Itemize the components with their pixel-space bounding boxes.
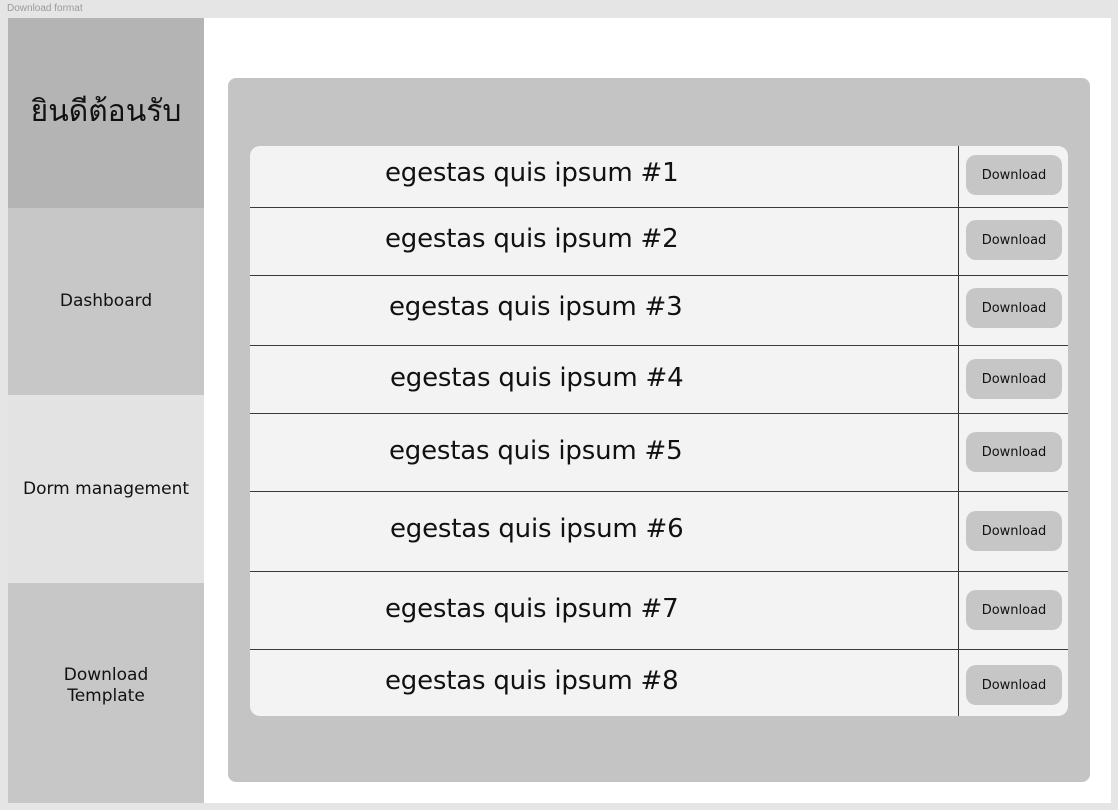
list-item-title: egestas quis ipsum #4: [390, 363, 684, 393]
row-divider: [250, 207, 1068, 208]
frame-label: Download format: [7, 3, 83, 14]
download-button[interactable]: Download: [966, 288, 1062, 328]
column-divider: [958, 146, 959, 716]
list-item-title: egestas quis ipsum #3: [389, 292, 683, 322]
row-divider: [250, 345, 1068, 346]
download-button[interactable]: Download: [966, 155, 1062, 195]
sidebar-item-dashboard[interactable]: Dashboard: [8, 208, 204, 395]
app-frame: ยินดีต้อนรับ Dashboard Dorm management D…: [8, 18, 1111, 803]
download-list: egestas quis ipsum #1 Download egestas q…: [250, 146, 1068, 716]
content-panel: egestas quis ipsum #1 Download egestas q…: [228, 78, 1090, 782]
sidebar: ยินดีต้อนรับ Dashboard Dorm management D…: [8, 18, 204, 803]
download-button[interactable]: Download: [966, 359, 1062, 399]
sidebar-item-label: Dorm management: [22, 478, 190, 499]
sidebar-item-dorm-management[interactable]: Dorm management: [8, 395, 204, 583]
list-item-title: egestas quis ipsum #8: [385, 666, 679, 696]
list-item-title: egestas quis ipsum #6: [390, 514, 684, 544]
sidebar-item-label: Dashboard: [59, 291, 153, 311]
download-button[interactable]: Download: [966, 665, 1062, 705]
row-divider: [250, 413, 1068, 414]
row-divider: [250, 491, 1068, 492]
row-divider: [250, 571, 1068, 572]
row-divider: [250, 649, 1068, 650]
welcome-text: ยินดีต้อนรับ: [30, 93, 182, 129]
row-divider: [250, 275, 1068, 276]
sidebar-item-label: Download Template: [63, 665, 149, 706]
list-item-title: egestas quis ipsum #5: [389, 436, 683, 466]
download-button[interactable]: Download: [966, 511, 1062, 551]
list-item-title: egestas quis ipsum #7: [385, 594, 679, 624]
list-item-title: egestas quis ipsum #1: [385, 158, 679, 188]
welcome-header: ยินดีต้อนรับ: [8, 18, 204, 208]
download-button[interactable]: Download: [966, 590, 1062, 630]
download-button[interactable]: Download: [966, 432, 1062, 472]
list-item-title: egestas quis ipsum #2: [385, 224, 679, 254]
sidebar-item-download-template[interactable]: Download Template: [8, 583, 204, 803]
download-button[interactable]: Download: [966, 220, 1062, 260]
